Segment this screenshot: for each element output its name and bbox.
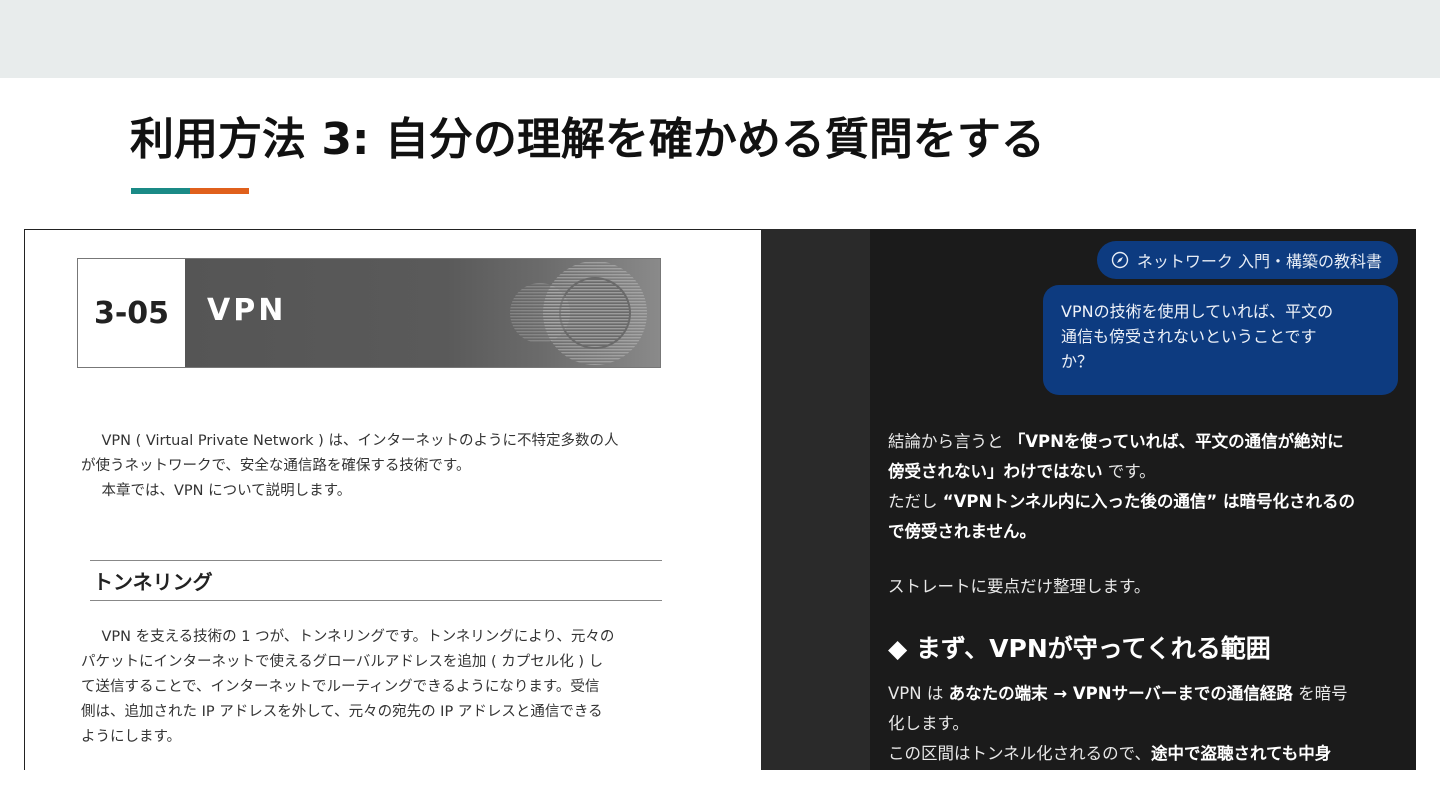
intro-paragraph: VPN ( Virtual Private Network ) は、インターネッ… [81, 429, 619, 504]
source-chip-label: ネットワーク 入門・構築の教科書 [1136, 252, 1382, 271]
chapter-number: 3-05 [93, 295, 170, 331]
section-paragraph: VPN を支える技術の 1 つが、トンネリングです。トンネリングにより、元々の … [81, 625, 615, 750]
reply-bold: 途中で盗聴されても中身 [1151, 744, 1332, 763]
reply-text: です。 [1102, 462, 1156, 481]
reply-text: 結論から言うと [888, 432, 1009, 451]
reply-text: を暗号 [1292, 684, 1348, 703]
intro-line: 本章では、VPN について説明します。 [87, 483, 352, 499]
user-message-line: か？ [1061, 352, 1094, 371]
user-message: VPNの技術を使用していれば、平文の 通信も傍受されないということです か？ [1043, 285, 1398, 395]
reply-summary: ストレートに要点だけ整理します。 [888, 577, 1151, 596]
reply-heading: ◆ まず、VPNが守ってくれる範囲 [888, 634, 1271, 663]
user-message-line: VPNの技術を使用していれば、平文の [1061, 302, 1334, 321]
section-line: VPN を支える技術の 1 つが、トンネリングです。トンネリングにより、元々の [87, 629, 615, 645]
section-rule [90, 600, 662, 601]
section-line: て送信することで、インターネットでルーティングできるようになります。受信 [81, 679, 600, 695]
reply-bold: で傍受されません。 [888, 522, 1037, 541]
book-page: 3-05 VPN VPN ( Virtual Private Network )… [24, 229, 761, 770]
reply-paragraph: 結論から言うと 「VPNを使っていれば、平文の通信が絶対に 傍受されない」わけで… [888, 427, 1355, 547]
reply-bold: 傍受されない」わけではない [888, 462, 1103, 481]
section-line: 側は、追加された IP アドレスを外して、元々の宛先の IP アドレスと通信でき… [81, 704, 603, 720]
section-heading: トンネリング [93, 570, 213, 594]
reply-bold: あなたの端末 → VPNサーバーまでの通信経路 [948, 684, 1293, 703]
compass-icon [1111, 251, 1129, 269]
title-accent-orange [190, 188, 249, 194]
reply-text: 化します。 [888, 714, 969, 733]
slide-title: 利用方法 3: 自分の理解を確かめる質問をする [130, 114, 1045, 165]
chapter-header: 3-05 VPN [77, 258, 661, 368]
user-message-line: 通信も傍受されないということです [1061, 327, 1317, 346]
reply-paragraph: VPN は あなたの端末 → VPNサーバーまでの通信経路 を暗号 化します。 … [888, 679, 1348, 769]
section-line: ようにします。 [81, 729, 182, 745]
chapter-title-band: VPN [185, 259, 660, 367]
chapter-title: VPN [207, 293, 287, 328]
section-line: パケットにインターネットで使えるグローバルアドレスを追加 ( カプセル化 ) し [81, 654, 604, 670]
section-rule [90, 560, 662, 561]
reply-text: ただし [888, 492, 943, 511]
top-band [0, 0, 1440, 78]
reply-bold: “VPNトンネル内に入った後の通信” は暗号化されるの [942, 492, 1356, 511]
intro-line: VPN ( Virtual Private Network ) は、インターネッ… [87, 433, 619, 449]
reply-text: この区間はトンネル化されるので、 [888, 744, 1152, 763]
intro-line: が使うネットワークで、安全な通信路を確保する技術です。 [81, 458, 471, 474]
source-chip[interactable]: ネットワーク 入門・構築の教科書 [1096, 241, 1398, 279]
title-accent-teal [131, 188, 190, 194]
chat-content[interactable]: ネットワーク 入門・構築の教科書 VPNの技術を使用していれば、平文の 通信も傍… [870, 229, 1416, 770]
chapter-decoration [510, 261, 647, 365]
reply-text: VPN は [888, 684, 949, 703]
chat-panel: ネットワーク 入門・構築の教科書 VPNの技術を使用していれば、平文の 通信も傍… [761, 229, 1416, 770]
reply-bold: 「VPNを使っていれば、平文の通信が絶対に [1008, 432, 1344, 451]
